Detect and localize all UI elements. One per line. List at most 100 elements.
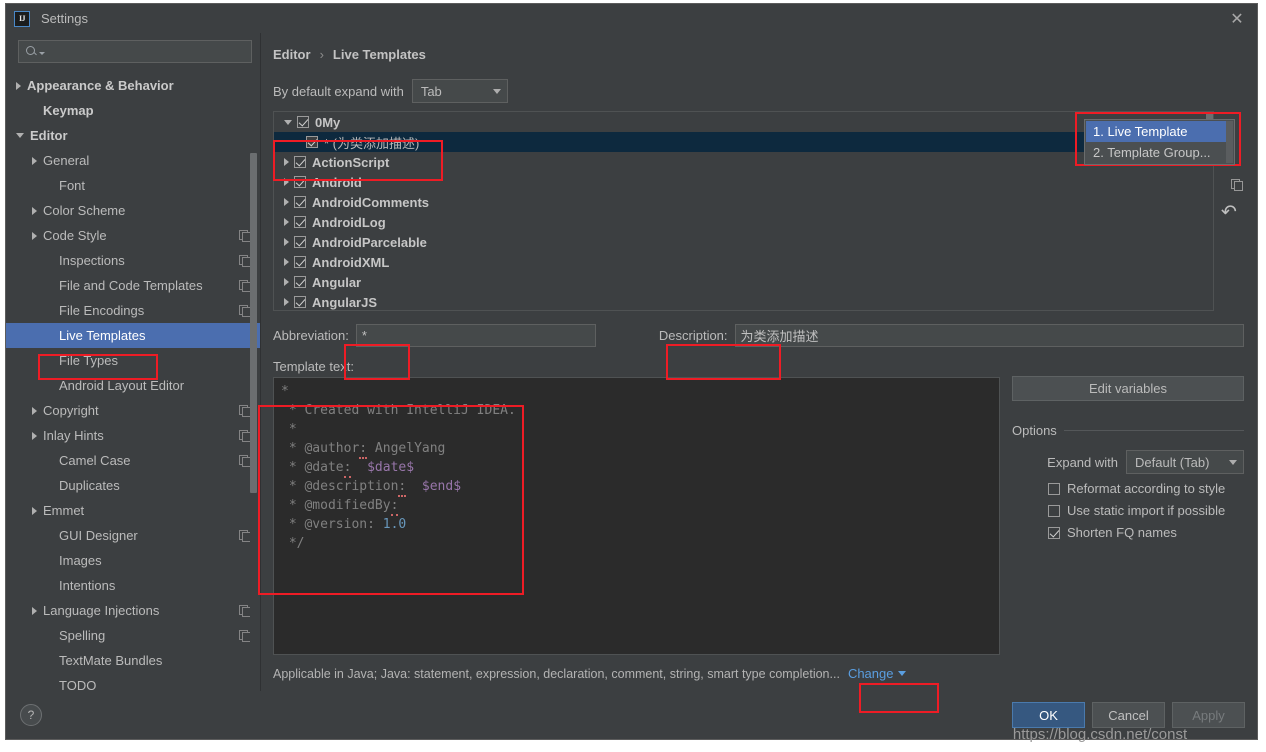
sidebar-item-copyright[interactable]: Copyright bbox=[6, 398, 260, 423]
add-popup-item[interactable]: 2. Template Group... bbox=[1086, 142, 1233, 163]
popup-scrollbar[interactable] bbox=[1226, 121, 1233, 163]
template-enabled-checkbox[interactable] bbox=[294, 256, 306, 268]
template-enabled-checkbox[interactable] bbox=[294, 196, 306, 208]
chevron-right-icon[interactable] bbox=[284, 238, 289, 246]
option-checkbox[interactable] bbox=[1048, 504, 1060, 517]
template-enabled-checkbox[interactable] bbox=[294, 276, 306, 288]
revert-icon[interactable]: ↶ bbox=[1216, 199, 1242, 225]
copy-settings-icon[interactable] bbox=[239, 405, 251, 417]
breadcrumb-parent[interactable]: Editor bbox=[273, 47, 311, 62]
edit-variables-button[interactable]: Edit variables bbox=[1012, 376, 1244, 401]
sidebar-item-language-injections[interactable]: Language Injections bbox=[6, 598, 260, 623]
chevron-right-icon[interactable] bbox=[16, 81, 21, 90]
chevron-right-icon[interactable] bbox=[32, 431, 37, 440]
abbreviation-input[interactable]: * bbox=[355, 324, 596, 347]
description-input[interactable]: 为类添加描述 bbox=[734, 324, 1244, 347]
chevron-right-icon[interactable] bbox=[32, 506, 37, 515]
sidebar-item-color-scheme[interactable]: Color Scheme bbox=[6, 198, 260, 223]
settings-tree[interactable]: Appearance & Behavior Keymap Editor General… bbox=[6, 71, 260, 691]
template-list-row[interactable]: AndroidParcelable bbox=[274, 232, 1213, 252]
chevron-right-icon[interactable] bbox=[284, 178, 289, 186]
option-checkbox[interactable] bbox=[1048, 482, 1060, 495]
chevron-down-icon[interactable] bbox=[16, 133, 24, 138]
copy-settings-icon[interactable] bbox=[239, 230, 251, 242]
template-list-row[interactable]: AndroidComments bbox=[274, 192, 1213, 212]
copy-settings-icon[interactable] bbox=[239, 605, 251, 617]
template-enabled-checkbox[interactable] bbox=[294, 176, 306, 188]
template-list-row[interactable]: AndroidLog bbox=[274, 212, 1213, 232]
copy-settings-icon[interactable] bbox=[239, 305, 251, 317]
template-list-row[interactable]: AngularJS bbox=[274, 292, 1213, 310]
sidebar-item-spelling[interactable]: Spelling bbox=[6, 623, 260, 648]
template-list-row[interactable]: Angular bbox=[274, 272, 1213, 292]
chevron-right-icon[interactable] bbox=[32, 606, 37, 615]
template-enabled-checkbox[interactable] bbox=[294, 296, 306, 308]
chevron-right-icon[interactable] bbox=[284, 158, 289, 166]
close-icon[interactable]: ✕ bbox=[1223, 7, 1251, 31]
sidebar-item-editor[interactable]: Editor bbox=[6, 123, 260, 148]
option-checkbox[interactable] bbox=[1048, 526, 1060, 539]
template-list-row[interactable]: Android bbox=[274, 172, 1213, 192]
sidebar-item-duplicates[interactable]: Duplicates bbox=[6, 473, 260, 498]
add-template-popup[interactable]: 1. Live Template 2. Template Group... bbox=[1084, 119, 1235, 165]
copy-settings-icon[interactable] bbox=[239, 530, 251, 542]
chevron-right-icon[interactable] bbox=[284, 198, 289, 206]
sidebar-scrollbar-thumb[interactable] bbox=[250, 153, 257, 493]
sidebar-item-gui-designer[interactable]: GUI Designer bbox=[6, 523, 260, 548]
option-checkbox-row[interactable]: Shorten FQ names bbox=[1012, 525, 1244, 540]
expand-with-select[interactable]: Default (Tab) bbox=[1126, 450, 1244, 474]
sidebar-item-inlay-hints[interactable]: Inlay Hints bbox=[6, 423, 260, 448]
template-enabled-checkbox[interactable] bbox=[294, 216, 306, 228]
sidebar-item-emmet[interactable]: Emmet bbox=[6, 498, 260, 523]
sidebar-item-live-templates[interactable]: Live Templates bbox=[6, 323, 260, 348]
sidebar-item-todo[interactable]: TODO bbox=[6, 673, 260, 691]
chevron-right-icon[interactable] bbox=[284, 258, 289, 266]
cancel-button[interactable]: Cancel bbox=[1092, 702, 1165, 728]
sidebar-item-intentions[interactable]: Intentions bbox=[6, 573, 260, 598]
copy-settings-icon[interactable] bbox=[239, 455, 251, 467]
default-expand-select[interactable]: Tab bbox=[411, 79, 508, 103]
chevron-right-icon[interactable] bbox=[32, 206, 37, 215]
template-text-editor[interactable]: * * Created with IntelliJ IDEA. * * @aut… bbox=[273, 377, 1000, 655]
sidebar-item-keymap[interactable]: Keymap bbox=[6, 98, 260, 123]
sidebar-item-font[interactable]: Font bbox=[6, 173, 260, 198]
add-popup-item[interactable]: 1. Live Template bbox=[1086, 121, 1233, 142]
copy-settings-icon[interactable] bbox=[239, 430, 251, 442]
sidebar-item-textmate-bundles[interactable]: TextMate Bundles bbox=[6, 648, 260, 673]
template-list[interactable]: 0My * (为类添加描述) ActionScript Android AndroidC… bbox=[273, 111, 1214, 311]
template-enabled-checkbox[interactable] bbox=[294, 236, 306, 248]
change-context-link[interactable]: Change bbox=[848, 666, 907, 681]
sidebar-item-inspections[interactable]: Inspections bbox=[6, 248, 260, 273]
chevron-down-icon[interactable] bbox=[284, 119, 292, 125]
sidebar-item-camel-case[interactable]: Camel Case bbox=[6, 448, 260, 473]
ok-button[interactable]: OK bbox=[1012, 702, 1085, 728]
sidebar-item-general[interactable]: General bbox=[6, 148, 260, 173]
copy-settings-icon[interactable] bbox=[239, 280, 251, 292]
sidebar-item-appearance-behavior[interactable]: Appearance & Behavior bbox=[6, 73, 260, 98]
search-input[interactable] bbox=[18, 40, 252, 63]
template-list-row[interactable]: 0My bbox=[274, 112, 1213, 132]
copy-settings-icon[interactable] bbox=[239, 255, 251, 267]
option-checkbox-row[interactable]: Reformat according to style bbox=[1012, 481, 1244, 496]
chevron-right-icon[interactable] bbox=[284, 218, 289, 226]
sidebar-item-code-style[interactable]: Code Style bbox=[6, 223, 260, 248]
sidebar-item-file-encodings[interactable]: File Encodings bbox=[6, 298, 260, 323]
sidebar-item-images[interactable]: Images bbox=[6, 548, 260, 573]
duplicate-icon[interactable] bbox=[1216, 171, 1243, 197]
option-checkbox-row[interactable]: Use static import if possible bbox=[1012, 503, 1244, 518]
chevron-right-icon[interactable] bbox=[284, 298, 289, 306]
template-enabled-checkbox[interactable] bbox=[306, 136, 318, 148]
chevron-right-icon[interactable] bbox=[32, 406, 37, 415]
sidebar-item-android-layout-editor[interactable]: Android Layout Editor bbox=[6, 373, 260, 398]
template-list-row[interactable]: ActionScript bbox=[274, 152, 1213, 172]
help-button[interactable]: ? bbox=[20, 704, 42, 726]
sidebar-item-file-types[interactable]: File Types bbox=[6, 348, 260, 373]
chevron-right-icon[interactable] bbox=[32, 156, 37, 165]
chevron-right-icon[interactable] bbox=[32, 231, 37, 240]
chevron-right-icon[interactable] bbox=[284, 278, 289, 286]
copy-settings-icon[interactable] bbox=[239, 630, 251, 642]
template-enabled-checkbox[interactable] bbox=[294, 156, 306, 168]
template-list-row[interactable]: * (为类添加描述) bbox=[274, 132, 1213, 152]
sidebar-item-file-and-code-templates[interactable]: File and Code Templates bbox=[6, 273, 260, 298]
template-enabled-checkbox[interactable] bbox=[297, 116, 309, 128]
